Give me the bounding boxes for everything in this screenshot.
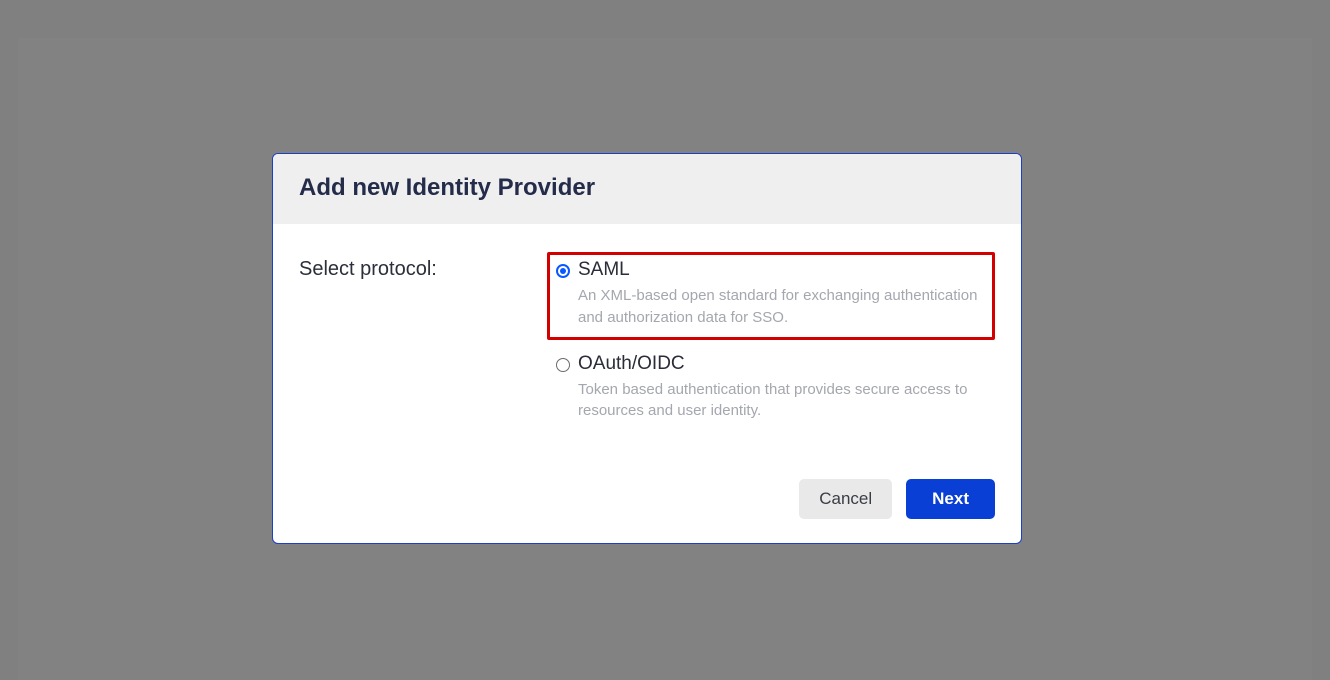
radio-icon[interactable]: [556, 264, 570, 278]
option-description: An XML-based open standard for exchangin…: [578, 285, 978, 329]
select-protocol-label: Select protocol:: [299, 252, 547, 281]
protocol-option-oauth-oidc[interactable]: OAuth/OIDC Token based authentication th…: [547, 346, 995, 434]
next-button[interactable]: Next: [906, 479, 995, 519]
field-label-column: Select protocol:: [299, 252, 547, 433]
cancel-button[interactable]: Cancel: [799, 479, 892, 519]
dialog-body: Select protocol: SAML An XML-based open …: [273, 224, 1021, 463]
dialog-title: Add new Identity Provider: [299, 174, 995, 202]
protocol-option-saml[interactable]: SAML An XML-based open standard for exch…: [547, 252, 995, 340]
option-row: SAML: [556, 259, 982, 281]
option-row: OAuth/OIDC: [556, 353, 982, 375]
option-description: Token based authentication that provides…: [578, 379, 978, 423]
add-identity-provider-dialog: Add new Identity Provider Select protoco…: [272, 153, 1022, 544]
options-column: SAML An XML-based open standard for exch…: [547, 252, 995, 433]
option-label: SAML: [578, 259, 630, 281]
option-label: OAuth/OIDC: [578, 353, 685, 375]
radio-icon[interactable]: [556, 358, 570, 372]
radio-dot-icon: [560, 268, 566, 274]
dialog-header: Add new Identity Provider: [273, 154, 1021, 224]
dialog-footer: Cancel Next: [273, 479, 1021, 543]
